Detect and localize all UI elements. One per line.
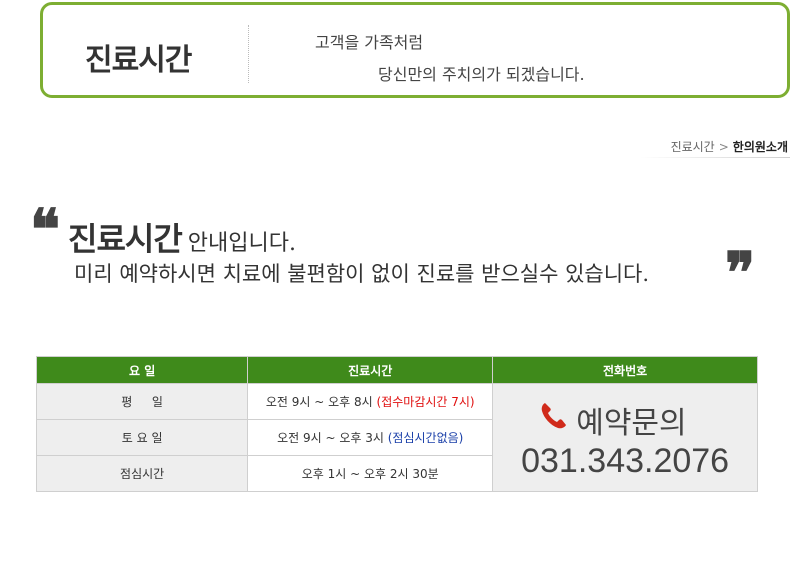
table-row: 평 일 오전 9시 ~ 오후 8시 (접수마감시간 7시) 예약문의 031.3… (35, 383, 758, 492)
slogan-line1: 고객을 가족처럼 (315, 33, 424, 52)
time-text: 오후 1시 ~ 오후 2시 30분 (301, 467, 439, 481)
phone-icon (541, 402, 567, 428)
close-quote-icon: ❞ (725, 240, 756, 306)
time-cell: 오후 1시 ~ 오후 2시 30분 (247, 455, 494, 492)
intro-headline: 진료시간 안내입니다. (68, 214, 296, 260)
table-header-row: 요 일 진료시간 전화번호 (35, 356, 758, 384)
intro-headline-suffix: 안내입니다. (187, 231, 296, 256)
header-box: 진료시간 고객을 가족처럼 당신만의 주치의가 되겠습니다. (40, 2, 790, 98)
time-cell: 오전 9시 ~ 오후 3시 (점심시간없음) (247, 419, 494, 456)
time-text: 오전 9시 ~ 오후 8시 (265, 395, 373, 409)
intro-headline-title: 진료시간 (68, 220, 183, 258)
intro-subline: 미리 예약하시면 치료에 불편함이 없이 진료를 받으실수 있습니다. (74, 262, 650, 286)
reservation-label: 예약문의 (576, 405, 687, 441)
breadcrumb-separator: > (718, 140, 729, 154)
time-text: 오전 9시 ~ 오후 3시 (277, 431, 384, 445)
day-cell: 평 일 (35, 383, 249, 420)
header-divider (248, 25, 249, 83)
page-title: 진료시간 (85, 43, 192, 78)
header-phone: 전화번호 (492, 356, 758, 384)
header-day: 요 일 (35, 356, 249, 384)
header-time: 진료시간 (247, 356, 494, 384)
time-note: (접수마감시간 7시) (376, 395, 475, 409)
time-note: (점심시간없음) (387, 431, 464, 445)
time-cell: 오전 9시 ~ 오후 8시 (접수마감시간 7시) (247, 383, 494, 420)
open-quote-icon: ❝ (30, 197, 61, 263)
breadcrumb: 진료시간 > 한의원소개 (671, 138, 788, 155)
slogan-line2: 당신만의 주치의가 되겠습니다. (378, 65, 585, 84)
breadcrumb-underline (640, 157, 790, 158)
day-cell: 토 요 일 (35, 419, 249, 456)
breadcrumb-parent[interactable]: 진료시간 (671, 140, 715, 154)
day-cell: 점심시간 (35, 455, 249, 492)
hours-table: 요 일 진료시간 전화번호 평 일 오전 9시 ~ 오후 8시 (접수마감시간 … (35, 356, 758, 492)
breadcrumb-current[interactable]: 한의원소개 (733, 140, 788, 154)
phone-number[interactable]: 031.343.2076 (494, 442, 756, 481)
contact-cell: 예약문의 031.343.2076 (492, 383, 758, 492)
